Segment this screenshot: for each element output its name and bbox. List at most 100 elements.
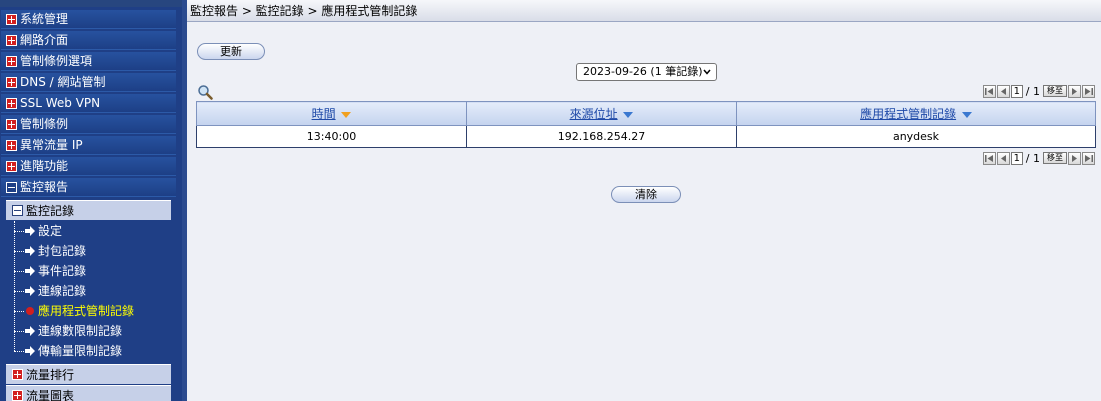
expand-icon <box>12 369 23 380</box>
sidebar-subitem-traffic-charts[interactable]: 流量圖表 <box>6 385 171 401</box>
expand-icon <box>6 140 17 151</box>
refresh-button[interactable]: 更新 <box>197 43 265 60</box>
sidebar-item-label: DNS / 網站管制 <box>20 75 106 89</box>
last-page-icon[interactable] <box>1082 151 1095 165</box>
sidebar-item-network-interface[interactable]: 網路介面 <box>1 31 176 50</box>
prev-page-icon[interactable] <box>996 84 1010 98</box>
sidebar-leaf-packet-logs[interactable]: 封包記錄 <box>14 241 174 261</box>
collapse-icon <box>12 205 23 216</box>
sort-arrow-icon <box>341 111 352 118</box>
sidebar-subitem-label: 流量圖表 <box>26 389 75 401</box>
chevron-down-icon <box>703 69 711 75</box>
sidebar-leaf-app-control-logs[interactable]: 應用程式管制記錄 <box>14 301 174 321</box>
sidebar-subitem-monitor-logs[interactable]: 監控記錄 <box>6 200 171 220</box>
sidebar-subitem-label: 流量排行 <box>26 368 75 382</box>
sidebar-leaf-label: 連線記錄 <box>38 284 87 298</box>
page-number-input[interactable]: 1 <box>1010 84 1023 98</box>
clear-button[interactable]: 清除 <box>611 186 681 203</box>
breadcrumb: 監控報告 > 監控記錄 > 應用程式管制記錄 <box>187 0 1101 22</box>
page-total: / 1 <box>1025 151 1040 165</box>
sidebar-leaf-settings[interactable]: 設定 <box>14 221 174 241</box>
log-table: 時間 來源位址 應用程式管制記錄 13:40:00 192.168.254.27… <box>196 101 1096 148</box>
sidebar-item-policy[interactable]: 管制條例 <box>1 115 176 134</box>
arrow-right-icon <box>25 226 35 236</box>
sidebar-item-policy-options[interactable]: 管制條例選項 <box>1 52 176 71</box>
go-page-button[interactable]: 移至 <box>1043 85 1067 97</box>
sidebar-top-band <box>0 0 182 7</box>
arrow-right-icon <box>25 346 35 356</box>
tree-branch <box>14 231 24 232</box>
sidebar-leaf-label: 應用程式管制記錄 <box>38 304 135 318</box>
table-cell-app: anydesk <box>736 125 1096 148</box>
arrow-right-icon <box>25 326 35 336</box>
tree-branch <box>14 311 24 312</box>
sidebar-item-label: 網路介面 <box>20 33 69 47</box>
table-header-row: 時間 來源位址 應用程式管制記錄 <box>196 101 1096 126</box>
column-header-label: 來源位址 <box>569 107 618 121</box>
sidebar-item-system-admin[interactable]: 系統管理 <box>1 10 176 29</box>
date-select-value: 2023-09-26 (1 筆記錄) <box>583 65 703 78</box>
sidebar-subitem-label: 監控記錄 <box>26 204 75 218</box>
sidebar-leaf-label: 連線數限制記錄 <box>38 324 123 338</box>
sidebar-subitem-traffic-ranking[interactable]: 流量排行 <box>6 364 171 384</box>
column-header-time[interactable]: 時間 <box>196 101 467 126</box>
first-page-icon[interactable] <box>982 84 996 98</box>
tree-branch <box>14 251 24 252</box>
pager-bottom: 1 / 1 移至 <box>982 151 1095 165</box>
main-content: 監控報告 > 監控記錄 > 應用程式管制記錄 更新 2023-09-26 (1 … <box>187 0 1101 401</box>
prev-page-icon[interactable] <box>996 151 1010 165</box>
sidebar-item-ssl-web-vpn[interactable]: SSL Web VPN <box>1 94 176 113</box>
column-header-source[interactable]: 來源位址 <box>466 101 737 126</box>
expand-icon <box>6 98 17 109</box>
date-select[interactable]: 2023-09-26 (1 筆記錄) <box>576 63 717 81</box>
column-header-app-control[interactable]: 應用程式管制記錄 <box>736 101 1096 126</box>
sidebar-item-label: 管制條例 <box>20 117 69 131</box>
expand-icon <box>6 14 17 25</box>
collapse-icon <box>6 182 17 193</box>
first-page-icon[interactable] <box>982 151 996 165</box>
expand-icon <box>6 56 17 67</box>
sidebar-item-label: 管制條例選項 <box>20 54 93 68</box>
sidebar-leaf-traffic-limit-logs[interactable]: 傳輸量限制記錄 <box>14 341 174 361</box>
pager-top: 1 / 1 移至 <box>982 84 1095 98</box>
sidebar-leaf-label: 設定 <box>38 224 63 238</box>
sidebar-leaf-label: 事件記錄 <box>38 264 87 278</box>
next-page-icon[interactable] <box>1068 151 1081 165</box>
sidebar-item-anomaly-ip[interactable]: 異常流量 IP <box>1 136 176 155</box>
sort-arrow-icon <box>961 111 972 118</box>
page-number-input[interactable]: 1 <box>1010 151 1023 165</box>
page-total: / 1 <box>1025 84 1040 98</box>
expand-icon <box>6 161 17 172</box>
next-page-icon[interactable] <box>1068 84 1081 98</box>
expand-icon <box>6 35 17 46</box>
sort-arrow-icon <box>623 111 634 118</box>
sidebar-item-dns-web-control[interactable]: DNS / 網站管制 <box>1 73 176 92</box>
go-page-button[interactable]: 移至 <box>1043 152 1067 164</box>
sidebar-leaf-connection-logs[interactable]: 連線記錄 <box>14 281 174 301</box>
sidebar-item-label: 異常流量 IP <box>20 138 83 152</box>
tree-branch <box>14 331 24 332</box>
sidebar-leaf-label: 封包記錄 <box>38 244 87 258</box>
sidebar-item-label: 進階功能 <box>20 159 69 173</box>
sidebar-item-label: 監控報告 <box>20 180 69 194</box>
sidebar-leaf-event-logs[interactable]: 事件記錄 <box>14 261 174 281</box>
column-header-label: 時間 <box>311 107 336 121</box>
expand-icon <box>12 390 23 401</box>
sidebar-item-label: SSL Web VPN <box>20 96 101 110</box>
sidebar-item-monitor-report[interactable]: 監控報告 <box>1 178 176 197</box>
tree-branch <box>14 351 24 352</box>
column-header-label: 應用程式管制記錄 <box>860 107 957 121</box>
expand-icon <box>6 119 17 130</box>
table-cell-time: 13:40:00 <box>196 125 467 148</box>
sidebar-leaf-label: 傳輸量限制記錄 <box>38 344 123 358</box>
tree-branch <box>14 291 24 292</box>
arrow-right-icon <box>25 246 35 256</box>
arrow-right-icon <box>25 266 35 276</box>
sidebar: 系統管理 網路介面 管制條例選項 DNS / 網站管制 SSL Web VPN … <box>0 0 182 401</box>
last-page-icon[interactable] <box>1082 84 1095 98</box>
sidebar-item-label: 系統管理 <box>20 12 69 26</box>
sidebar-leaf-connection-limit-logs[interactable]: 連線數限制記錄 <box>14 321 174 341</box>
sidebar-item-advanced[interactable]: 進階功能 <box>1 157 176 176</box>
search-icon[interactable] <box>197 84 213 100</box>
tree-branch <box>14 271 24 272</box>
